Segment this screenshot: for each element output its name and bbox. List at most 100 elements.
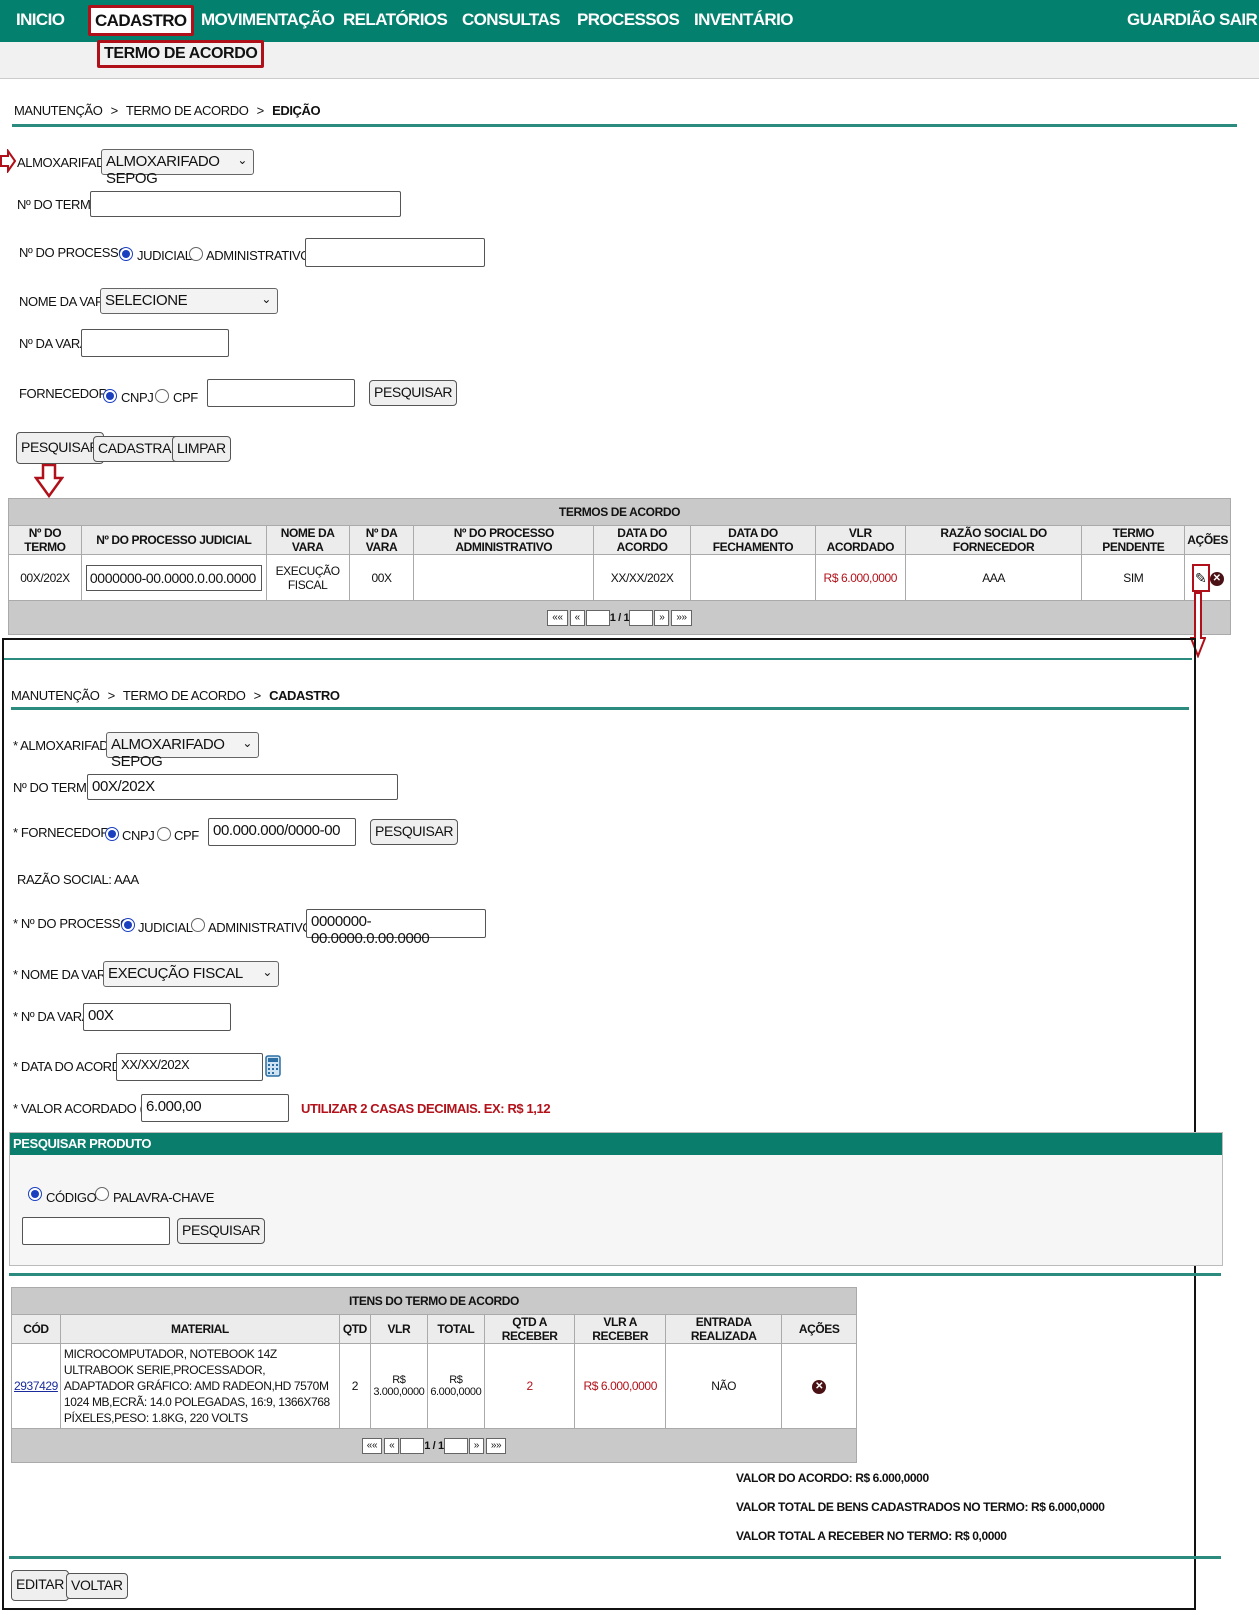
pager-next-button[interactable]: » [468, 1437, 484, 1454]
almox-select[interactable]: ALMOXARIFADO SEPOG ⌄ [101, 149, 254, 187]
radio-palavra-chave[interactable] [95, 1187, 109, 1201]
processo-input[interactable] [305, 238, 485, 267]
nav-processos[interactable]: PROCESSOS [577, 10, 680, 30]
pager-pages: 1 / 1 [424, 1439, 444, 1452]
breadcrumb-termo[interactable]: TERMO DE ACORDO [126, 103, 249, 118]
termo-input[interactable]: 00X/202X [87, 774, 398, 800]
col-header: VLR ACORDADO [814, 525, 906, 555]
col-header: TERMO PENDENTE [1081, 525, 1186, 555]
radio-administrativo-label: ADMINISTRATIVO [208, 920, 312, 935]
radio-cpf-label: CPF [174, 828, 199, 843]
col-header: CÓD [11, 1314, 61, 1344]
radio-judicial[interactable] [121, 918, 135, 932]
col-header: QTD [338, 1314, 371, 1344]
nav-cadastro[interactable]: CADASTRO [88, 5, 194, 36]
data-input[interactable]: XX/XX/202X [116, 1053, 263, 1081]
delete-icon[interactable]: ✕ [812, 1380, 827, 1394]
produto-search-button[interactable]: PESQUISAR [177, 1218, 266, 1244]
radio-codigo[interactable] [28, 1187, 42, 1201]
breadcrumb-manutencao[interactable]: MANUTENÇÃO [11, 688, 100, 703]
cell-qtd: 2 [338, 1343, 371, 1429]
breadcrumb: MANUTENÇÃO > TERMO DE ACORDO > EDIÇÃO [14, 103, 321, 118]
breadcrumb-manutencao[interactable]: MANUTENÇÃO [14, 103, 103, 118]
table-row[interactable]: 2937429 MICROCOMPUTADOR, NOTEBOOK 14Z UL… [11, 1343, 857, 1429]
vara-select[interactable]: EXECUÇÃO FISCAL ⌄ [103, 961, 279, 987]
fornecedor-label: * FORNECEDOR: [13, 825, 113, 840]
cell-termo: 00X/202X [8, 554, 82, 601]
pager-pages: 1 / 1 [609, 611, 630, 624]
radio-administrativo[interactable] [191, 918, 205, 932]
radio-cnpj[interactable] [103, 389, 117, 403]
pager-page-input[interactable] [443, 1437, 468, 1454]
edit-pencil-icon[interactable]: ✎ [1191, 563, 1210, 592]
radio-cpf[interactable] [157, 827, 171, 841]
almox-select[interactable]: ALMOXARIFADO SEPOG ⌄ [106, 732, 259, 770]
pager-prev-button[interactable]: « [569, 609, 585, 626]
nav-guardiao[interactable]: GUARDIÃO [1127, 10, 1215, 30]
nav-consultas[interactable]: CONSULTAS [462, 10, 560, 30]
pager-first-button[interactable]: «« [361, 1437, 383, 1454]
col-header: TOTAL [426, 1314, 485, 1344]
col-header: VLR A RECEBER [574, 1314, 666, 1344]
delete-icon[interactable]: ✕ [1209, 571, 1224, 586]
fornecedor-input[interactable]: 00.000.000/0000-00 [208, 818, 356, 846]
vara-select[interactable]: SELECIONE ⌄ [100, 288, 278, 314]
breadcrumb-current: EDIÇÃO [272, 103, 321, 118]
col-header: QTD A RECEBER [483, 1314, 576, 1344]
pager-page-input[interactable] [629, 609, 654, 626]
vara-select-value: SELECIONE [105, 292, 188, 309]
pager-last-button[interactable]: »» [671, 609, 692, 626]
produto-search-input[interactable] [22, 1217, 170, 1245]
search-button[interactable]: PESQUISAR [16, 432, 105, 464]
pager-prev-button[interactable]: « [384, 1437, 400, 1454]
limpar-button[interactable]: LIMPAR [172, 436, 231, 462]
editar-button[interactable]: EDITAR [11, 1570, 69, 1601]
divider [12, 124, 1237, 127]
cell-processo-input[interactable]: 0000000-00.0000.0.00.0000 [85, 564, 262, 591]
pager-page-input[interactable] [400, 1437, 425, 1454]
nav-relatorios[interactable]: RELATÓRIOS [343, 10, 448, 30]
col-header: VLR [369, 1314, 428, 1344]
radio-judicial[interactable] [119, 247, 133, 261]
nav-movimentacao[interactable]: MOVIMENTAÇÃO [201, 10, 335, 30]
radio-cnpj[interactable] [105, 827, 119, 841]
results-caption: TERMOS DE ACORDO [8, 498, 1231, 526]
pager-next-button[interactable]: » [654, 609, 670, 626]
nvara-label: * Nº DA VARA: [13, 1009, 94, 1024]
calendar-icon[interactable] [265, 1055, 281, 1077]
pager-first-button[interactable]: «« [547, 609, 568, 626]
radio-cpf[interactable] [155, 389, 169, 403]
col-header: Nº DO TERMO [8, 525, 82, 555]
fornecedor-input[interactable] [207, 379, 355, 407]
radio-cnpj-label: CNPJ [122, 828, 155, 843]
nav-inicio[interactable]: INICIO [16, 10, 65, 30]
nav-inventario[interactable]: INVENTÁRIO [694, 10, 793, 30]
nvara-input[interactable]: 00X [83, 1003, 231, 1031]
cell-entrada: NÃO [664, 1343, 783, 1429]
cell-nvara: 00X [348, 554, 415, 601]
valor-input[interactable]: 6.000,00 [141, 1094, 289, 1122]
pager-last-button[interactable]: »» [485, 1437, 507, 1454]
voltar-button[interactable]: VOLTAR [66, 1573, 128, 1599]
table-row[interactable]: 00X/202X 0000000-00.0000.0.00.0000 EXECU… [8, 554, 1231, 601]
breadcrumb-separator: > [107, 688, 116, 703]
submenu-termo-de-acordo[interactable]: TERMO DE ACORDO [97, 40, 265, 68]
radio-administrativo[interactable] [189, 247, 203, 261]
fornecedor-search-button[interactable]: PESQUISAR [369, 380, 458, 406]
nav-sair[interactable]: SAIR [1219, 10, 1258, 30]
termo-input[interactable] [90, 191, 401, 217]
cell-razao: AAA [904, 554, 1083, 601]
radio-cpf-label: CPF [173, 390, 198, 405]
col-header: RAZÃO SOCIAL DO FORNECEDOR [904, 525, 1083, 555]
breadcrumb-termo[interactable]: TERMO DE ACORDO [123, 688, 246, 703]
nvara-input[interactable] [81, 329, 229, 357]
radio-administrativo-label: ADMINISTRATIVO [206, 248, 310, 263]
cell-material: MICROCOMPUTADOR, NOTEBOOK 14Z ULTRABOOK … [59, 1343, 340, 1429]
results-table: TERMOS DE ACORDO Nº DO TERMO Nº DO PROCE… [8, 498, 1231, 635]
cell-cod-link[interactable]: 2937429 [11, 1343, 61, 1429]
cell-qtd-receber: 2 [483, 1343, 576, 1429]
almox-label: * ALMOXARIFADO: [13, 738, 122, 753]
processo-input[interactable]: 0000000-00.0000.0.00.0000 [306, 909, 486, 947]
pager-page-input[interactable] [585, 609, 610, 626]
fornecedor-search-button[interactable]: PESQUISAR [370, 819, 459, 845]
